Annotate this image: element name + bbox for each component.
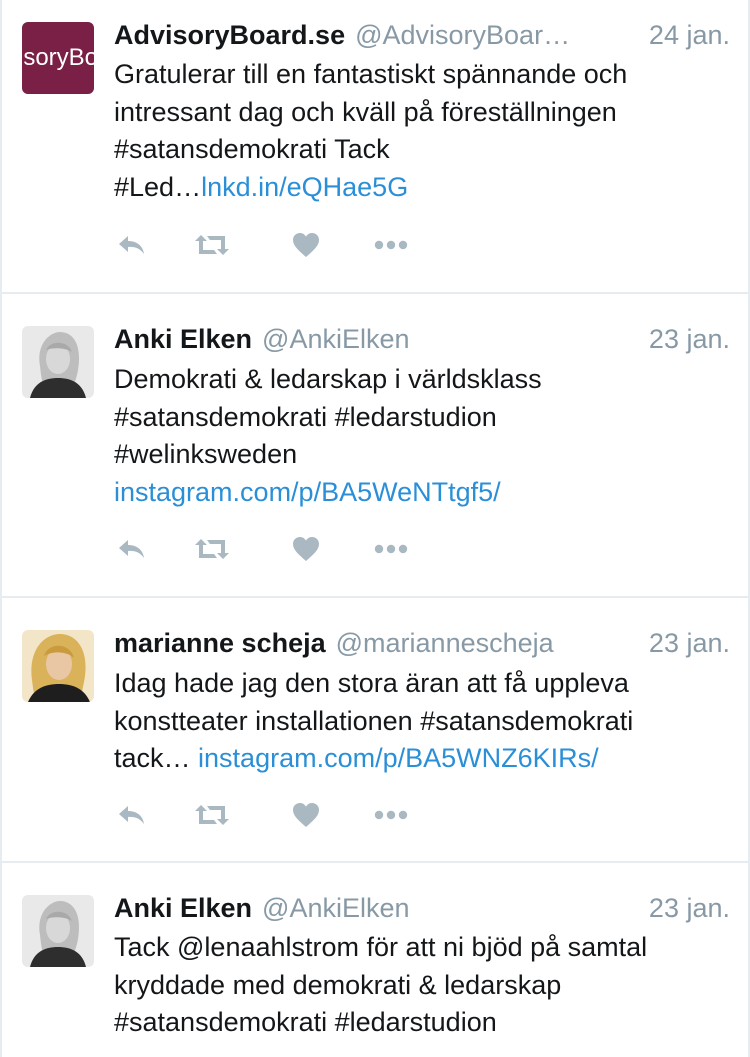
author-name[interactable]: Anki Elken <box>114 893 252 924</box>
more-icon <box>374 810 408 820</box>
tweet[interactable]: marianne scheja @mariannescheja 23 jan. … <box>2 598 748 863</box>
heart-icon <box>292 232 320 258</box>
like-button[interactable] <box>286 534 326 564</box>
tweet-text-line: intressant dag och kväll på föreställnin… <box>114 96 617 127</box>
tweet[interactable]: Anki Elken @AnkiElken 23 jan. Demokrati … <box>2 294 748 598</box>
tweet-timestamp[interactable]: 23 jan. <box>629 628 730 659</box>
tweet-text-line: #welinksweden <box>114 439 298 469</box>
tweet-text: Gratulerar till en fantastiskt spännande… <box>114 56 728 206</box>
heart-icon <box>292 536 320 562</box>
author-name[interactable]: marianne scheja <box>114 628 326 659</box>
avatar[interactable] <box>22 326 94 398</box>
retweet-icon <box>195 233 229 257</box>
tweet-text-line: kryddade med demokrati & ledarskap <box>114 969 562 1000</box>
retweet-icon <box>195 803 229 827</box>
tweet-text-line: #satansdemokrati #ledarstudion <box>114 401 497 432</box>
avatar[interactable] <box>22 630 94 702</box>
author-name[interactable]: Anki Elken <box>114 324 252 355</box>
reply-button[interactable] <box>112 800 152 830</box>
more-button[interactable] <box>371 534 411 564</box>
tweet-link[interactable]: lnkd.in/eQHae5G <box>201 172 408 202</box>
more-button[interactable] <box>371 800 411 830</box>
author-name[interactable]: AdvisoryBoard.se <box>114 20 345 51</box>
tweet-text: Tack @lenaahlstrom för att ni bjöd på sa… <box>114 929 728 1042</box>
tweet-text-line: konstteater installationen #satansdemokr… <box>114 705 634 736</box>
tweet-text-line: Tack @lenaahlstrom för att ni bjöd på sa… <box>114 932 648 962</box>
tweet-link[interactable]: instagram.com/p/BA5WeNTtgf5/ <box>114 477 501 507</box>
more-icon <box>374 240 408 250</box>
tweet-text-line: Demokrati & ledarskap i världsklass <box>114 364 542 394</box>
tweet-text-line: Idag hade jag den stora äran att få uppl… <box>114 668 629 698</box>
tweet-header: Anki Elken @AnkiElken 23 jan. <box>114 893 730 927</box>
reply-icon <box>117 234 147 256</box>
tweet-text-line: Gratulerar till en fantastiskt spännande… <box>114 59 628 89</box>
retweet-icon <box>195 537 229 561</box>
avatar[interactable]: isoryBo <box>22 22 94 94</box>
heart-icon <box>292 802 320 828</box>
tweet-timestamp[interactable]: 23 jan. <box>629 324 730 355</box>
tweet-header: marianne scheja @mariannescheja 23 jan. <box>114 628 730 662</box>
avatar-logo-text: isoryBo <box>22 44 94 71</box>
tweet-text-line: tack… instagram.com/p/BA5WNZ6KIRs/ <box>114 743 599 773</box>
author-handle[interactable]: @AdvisoryBoar… <box>355 20 570 51</box>
tweet-header: Anki Elken @AnkiElken 23 jan. <box>114 324 730 358</box>
more-icon <box>374 544 408 554</box>
author-handle[interactable]: @AnkiElken <box>262 893 409 924</box>
tweet-timestamp[interactable]: 23 jan. <box>629 893 730 924</box>
retweet-button[interactable] <box>192 800 232 830</box>
reply-icon <box>117 804 147 826</box>
tweet-text: Idag hade jag den stora äran att få uppl… <box>114 665 728 778</box>
retweet-button[interactable] <box>192 230 232 260</box>
tweet-link[interactable]: instagram.com/p/BA5WNZ6KIRs/ <box>198 743 599 773</box>
reply-icon <box>117 538 147 560</box>
tweet-text-line: instagram.com/p/BA5WeNTtgf5/ <box>114 474 728 512</box>
tweet-text: Demokrati & ledarskap i världsklass #sat… <box>114 361 728 511</box>
retweet-button[interactable] <box>192 534 232 564</box>
like-button[interactable] <box>286 230 326 260</box>
tweet-header: AdvisoryBoard.se @AdvisoryBoar… 24 jan. <box>114 20 730 54</box>
reply-button[interactable] <box>112 230 152 260</box>
tweet[interactable]: isoryBo AdvisoryBoard.se @AdvisoryBoar… … <box>2 0 748 294</box>
like-button[interactable] <box>286 800 326 830</box>
more-button[interactable] <box>371 230 411 260</box>
author-handle[interactable]: @mariannescheja <box>336 628 554 659</box>
reply-button[interactable] <box>112 534 152 564</box>
tweet-text-line: #Led…lnkd.in/eQHae5G <box>114 171 409 202</box>
avatar[interactable] <box>22 895 94 967</box>
tweet-text-line: #satansdemokrati #ledarstudion <box>114 1007 497 1037</box>
author-handle[interactable]: @AnkiElken <box>262 324 409 355</box>
tweet[interactable]: Anki Elken @AnkiElken 23 jan. Tack @lena… <box>2 863 748 1057</box>
tweet-text-line: #satansdemokrati Tack <box>114 134 390 164</box>
tweet-timestamp[interactable]: 24 jan. <box>629 20 730 51</box>
timeline: isoryBo AdvisoryBoard.se @AdvisoryBoar… … <box>0 0 750 1057</box>
